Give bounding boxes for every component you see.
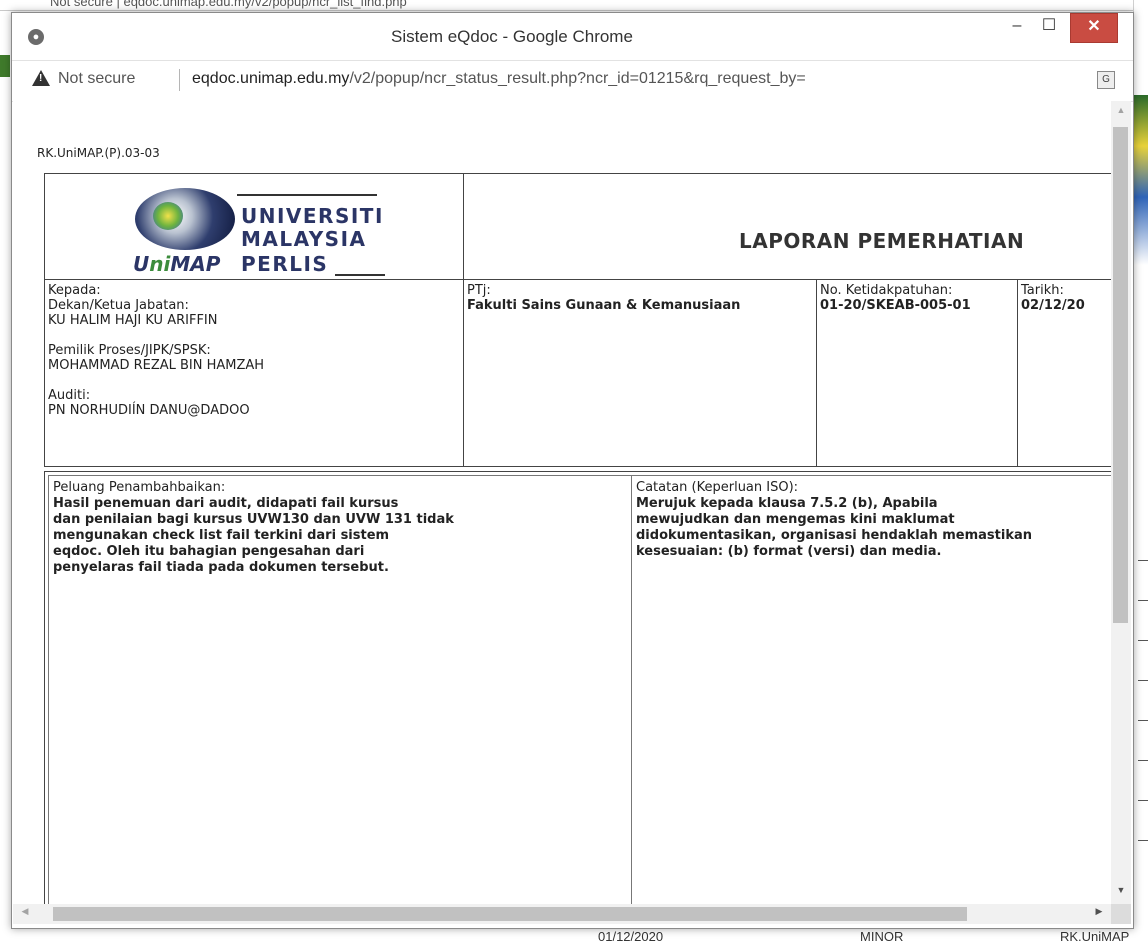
unimap-wordmark: UniMAP [133,252,220,276]
background-code: RK.UniMAP [1060,929,1130,942]
ptj-cell: PTj: Fakulti Sains Gunaan & Kemanusiaan [464,279,817,466]
scroll-left-icon[interactable]: ◀ [17,906,33,917]
address-bar[interactable]: Not secure eqdoc.unimap.edu.my/v2/popup/… [12,60,1133,102]
horizontal-scrollbar[interactable]: ◀ ▶ [13,904,1111,924]
logo-text-line1: UNIVERSITI [241,204,384,228]
date-cell: Tarikh: 02/12/20 [1018,279,1111,466]
url-text[interactable]: eqdoc.unimap.edu.my/v2/popup/ncr_status_… [192,70,806,88]
improvement-line: eqdoc. Oleh itu bahagian pengesahan dari [53,544,365,559]
scroll-up-icon[interactable]: ▲ [1111,105,1131,121]
background-status: MINOR [860,929,904,942]
iso-notes-line: didokumentasikan, organisasi hendaklah m… [636,528,1033,543]
title-bar[interactable]: ● Sistem eQdoc - Google Chrome – ☐ ✕ [12,13,1133,60]
ncr-number-value: 01-20/SKEAB-005-01 [820,298,971,313]
address-separator [179,69,180,91]
improvement-cell: Peluang Penambahbaikan: Hasil penemuan d… [49,476,632,904]
iso-notes-label: Catatan (Keperluan ISO): [636,480,799,495]
iso-notes-line: mewujudkan dan mengemas kini maklumat [636,512,955,527]
dekan-name: KU HALIM HAJI KU ARIFFIN [48,313,218,328]
logo-line [335,274,385,276]
close-button[interactable]: ✕ [1070,13,1118,43]
maximize-button[interactable]: ☐ [1033,13,1065,41]
wordmark-suffix: MAP [170,252,221,276]
logo-line [237,194,377,196]
scroll-right-icon[interactable]: ▶ [1091,906,1107,917]
findings-table: Peluang Penambahbaikan: Hasil penemuan d… [44,471,1111,904]
pemilik-name: MOHAMMAD REZAL BIN HAMZAH [48,358,265,373]
title-cell: LAPORAN PEMERHATIAN [464,174,1111,279]
scroll-down-icon[interactable]: ▼ [1111,885,1131,901]
horizontal-scroll-thumb[interactable] [53,907,967,921]
date-value: 02/12/20 [1021,298,1085,313]
date-label: Tarikh: [1021,283,1064,298]
minimize-button[interactable]: – [1002,13,1032,41]
improvement-line: Hasil penemuan dari audit, didapati fail… [53,496,399,511]
background-tick [1138,560,1148,561]
iso-notes-cell: Catatan (Keperluan ISO): Merujuk kepada … [632,476,1111,904]
security-label[interactable]: Not secure [58,70,135,88]
background-page-right [1133,0,1148,942]
kepada-label: Kepada: [48,283,101,298]
url-path: /v2/popup/ncr_status_result.php?ncr_id=0… [349,70,806,87]
ptj-label: PTj: [467,283,491,298]
background-top-text: Not secure | eqdoc.unimap.edu.my/v2/popu… [50,0,407,9]
auditi-label: Auditi: [48,388,91,403]
page-viewport: RK.UniMAP.(P).03-03 UNIVERSITI MALAYSIA … [13,101,1111,904]
logo-text-line3: PERLIS [241,252,329,276]
background-left-mark [0,55,10,77]
auditi-name: PN NORHUDIÍN DANU@DADOO [48,403,250,418]
warning-icon[interactable] [32,70,50,86]
logo-text-line2: MALAYSIA [241,227,367,251]
background-tick [1138,720,1148,721]
background-tick [1138,760,1148,761]
background-image-fragment [1134,95,1148,265]
background-page-top: Not secure | eqdoc.unimap.edu.my/v2/popu… [0,0,1148,11]
report-header-table: UNIVERSITI MALAYSIA UniMAP PERLIS LAPORA… [44,173,1111,280]
improvement-line: mengunakan check list fail terkini dari … [53,528,390,543]
improvement-line: penyelaras fail tiada pada dokumen terse… [53,560,389,575]
improvement-line: dan penilaian bagi kursus UVW130 dan UVW… [53,512,454,527]
background-tick [1138,640,1148,641]
background-tick [1138,600,1148,601]
iso-notes-line: Merujuk kepada klausa 7.5.2 (b), Apabila [636,496,938,511]
translate-icon[interactable]: G [1097,71,1115,89]
form-code: RK.UniMAP.(P).03-03 [37,146,160,160]
dekan-label: Dekan/Ketua Jabatan: [48,298,189,313]
pemilik-label: Pemilik Proses/JIPK/SPSK: [48,343,211,358]
report-title: LAPORAN PEMERHATIAN [739,229,1025,253]
background-date: 01/12/2020 [598,929,664,942]
background-tick [1138,800,1148,801]
background-tick [1138,680,1148,681]
recipient-block: Kepada: Dekan/Ketua Jabatan: KU HALIM HA… [48,283,264,418]
window-title: Sistem eQdoc - Google Chrome [391,27,633,46]
scrollbar-corner [1111,904,1131,924]
recipient-cell: Kepada: Dekan/Ketua Jabatan: KU HALIM HA… [45,279,464,466]
vertical-scroll-thumb[interactable] [1113,127,1128,623]
ptj-value: Fakulti Sains Gunaan & Kemanusiaan [467,298,741,313]
wordmark-middle: ni [149,252,171,276]
logo-cell: UNIVERSITI MALAYSIA UniMAP PERLIS [45,174,464,279]
background-tick [1138,840,1148,841]
ncr-number-cell: No. Ketidakpatuhan: 01-20/SKEAB-005-01 [817,279,1018,466]
iso-notes-line: kesesuaian: (b) format (versi) dan media… [636,544,942,559]
vertical-scrollbar[interactable]: ▲ ▼ [1111,101,1131,904]
improvement-label: Peluang Penambahbaikan: [53,480,226,495]
url-host: eqdoc.unimap.edu.my [192,70,350,87]
report-info-table: Kepada: Dekan/Ketua Jabatan: KU HALIM HA… [44,279,1111,467]
wordmark-prefix: U [133,252,150,276]
ncr-number-label: No. Ketidakpatuhan: [820,283,953,298]
university-logo-emblem [135,188,235,250]
chrome-popup-window: ● Sistem eQdoc - Google Chrome – ☐ ✕ Not… [11,12,1134,929]
